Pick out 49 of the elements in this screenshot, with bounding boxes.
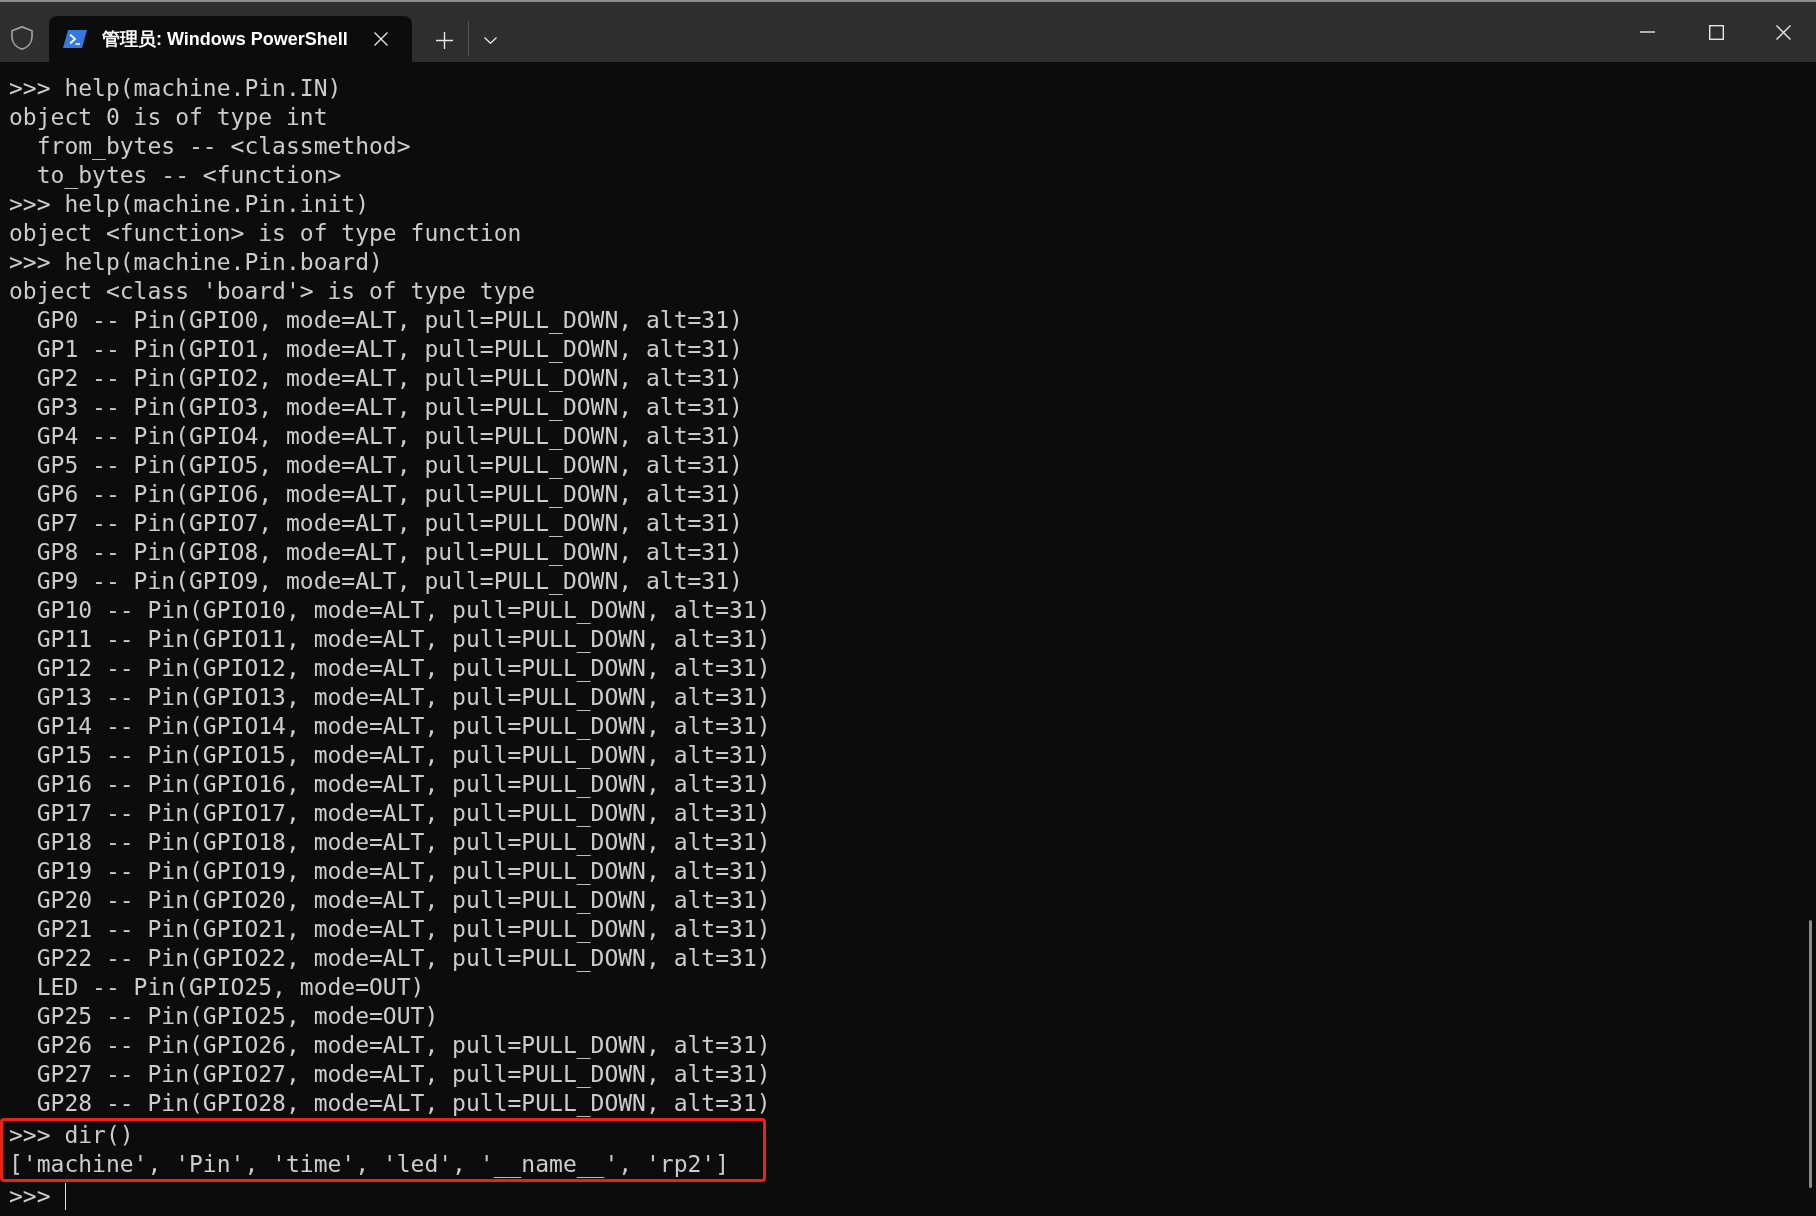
shield-icon	[10, 26, 34, 50]
terminal-line: >>> dir()	[9, 1121, 134, 1150]
maximize-icon	[1709, 24, 1724, 40]
terminal-line: ['machine', 'Pin', 'time', 'led', '__name__', 'rp2']	[9, 1150, 730, 1179]
terminal-line: GP6 -- Pin(GPIO6, mode=ALT, pull=PULL_DOWN, alt=31)	[35, 480, 743, 509]
terminal-line: GP16 -- Pin(GPIO16, mode=ALT, pull=PULL_DOWN, alt=31)	[35, 770, 771, 799]
terminal-line: GP19 -- Pin(GPIO19, mode=ALT, pull=PULL_DOWN, alt=31)	[35, 857, 771, 886]
scrollbar-thumb[interactable]	[1809, 920, 1812, 1188]
terminal-line: >>> help(machine.Pin.init)	[9, 190, 370, 219]
prompt-icon	[63, 30, 87, 48]
terminal-line: object <function> is of type function	[9, 219, 522, 248]
terminal-line: GP11 -- Pin(GPIO11, mode=ALT, pull=PULL_DOWN, alt=31)	[35, 625, 771, 654]
terminal-line: GP17 -- Pin(GPIO17, mode=ALT, pull=PULL_DOWN, alt=31)	[35, 799, 771, 828]
terminal-tab[interactable]: 管理员: Windows PowerShell	[49, 16, 412, 62]
terminal-line: object 0 is of type int	[9, 103, 328, 132]
terminal-line: GP25 -- Pin(GPIO25, mode=OUT)	[35, 1002, 439, 1031]
terminal-line: GP2 -- Pin(GPIO2, mode=ALT, pull=PULL_DOWN, alt=31)	[35, 364, 743, 393]
close-icon	[374, 32, 388, 46]
prompt-text: >>>	[9, 1182, 51, 1211]
terminal-line: GP3 -- Pin(GPIO3, mode=ALT, pull=PULL_DOWN, alt=31)	[35, 393, 743, 422]
terminal-line: GP9 -- Pin(GPIO9, mode=ALT, pull=PULL_DOWN, alt=31)	[35, 567, 743, 596]
close-icon	[1776, 24, 1791, 40]
terminal-line: GP15 -- Pin(GPIO15, mode=ALT, pull=PULL_DOWN, alt=31)	[35, 741, 771, 770]
plus-icon	[435, 31, 453, 49]
terminal-line: from_bytes -- <classmethod>	[35, 132, 411, 161]
terminal-line: GP13 -- Pin(GPIO13, mode=ALT, pull=PULL_DOWN, alt=31)	[35, 683, 771, 712]
terminal-line: GP26 -- Pin(GPIO26, mode=ALT, pull=PULL_DOWN, alt=31)	[35, 1031, 771, 1060]
terminal-line: GP27 -- Pin(GPIO27, mode=ALT, pull=PULL_DOWN, alt=31)	[35, 1060, 771, 1089]
terminal-line: GP5 -- Pin(GPIO5, mode=ALT, pull=PULL_DOWN, alt=31)	[35, 451, 743, 480]
terminal-line: >>> help(machine.Pin.board)	[9, 248, 383, 277]
terminal-line: GP0 -- Pin(GPIO0, mode=ALT, pull=PULL_DOWN, alt=31)	[35, 306, 743, 335]
terminal-line: GP21 -- Pin(GPIO21, mode=ALT, pull=PULL_DOWN, alt=31)	[35, 915, 771, 944]
terminal-line: >>> help(machine.Pin.IN)	[9, 74, 342, 103]
terminal-line: GP12 -- Pin(GPIO12, mode=ALT, pull=PULL_DOWN, alt=31)	[35, 654, 771, 683]
terminal-line: GP4 -- Pin(GPIO4, mode=ALT, pull=PULL_DOWN, alt=31)	[35, 422, 743, 451]
terminal-line: GP1 -- Pin(GPIO1, mode=ALT, pull=PULL_DOWN, alt=31)	[35, 335, 743, 364]
terminal-line: GP18 -- Pin(GPIO18, mode=ALT, pull=PULL_DOWN, alt=31)	[35, 828, 771, 857]
terminal-line: GP10 -- Pin(GPIO10, mode=ALT, pull=PULL_DOWN, alt=31)	[35, 596, 771, 625]
terminal-line: GP8 -- Pin(GPIO8, mode=ALT, pull=PULL_DOWN, alt=31)	[35, 538, 743, 567]
terminal-line: to_bytes -- <function>	[35, 161, 342, 190]
terminal-line: GP7 -- Pin(GPIO7, mode=ALT, pull=PULL_DOWN, alt=31)	[35, 509, 743, 538]
terminal-line: GP22 -- Pin(GPIO22, mode=ALT, pull=PULL_DOWN, alt=31)	[35, 944, 771, 973]
terminal-line: GP20 -- Pin(GPIO20, mode=ALT, pull=PULL_DOWN, alt=31)	[35, 886, 771, 915]
minimize-icon	[1640, 31, 1655, 33]
terminal-line: GP28 -- Pin(GPIO28, mode=ALT, pull=PULL_DOWN, alt=31)	[35, 1089, 771, 1118]
terminal-line: LED -- Pin(GPIO25, mode=OUT)	[35, 973, 425, 1002]
terminal-line: GP14 -- Pin(GPIO14, mode=ALT, pull=PULL_DOWN, alt=31)	[35, 712, 771, 741]
chevron-down-icon	[483, 36, 497, 44]
terminal-line: object <class 'board'> is of type type	[9, 277, 536, 306]
